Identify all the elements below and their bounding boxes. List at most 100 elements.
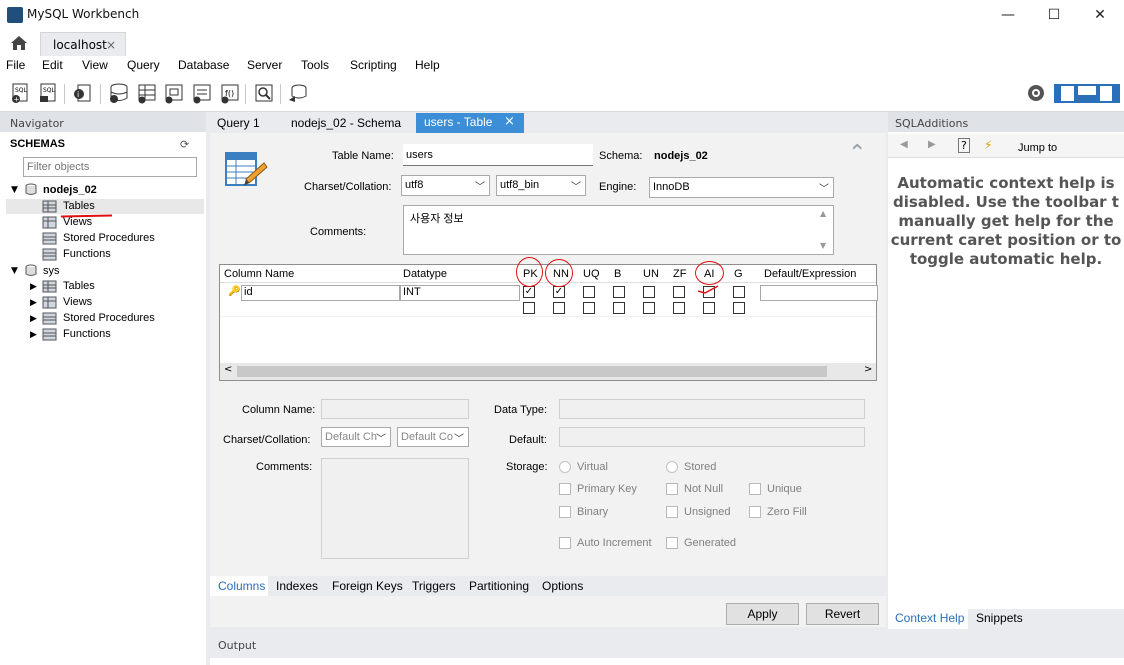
create-table-icon[interactable] bbox=[136, 82, 158, 104]
zf-checkbox[interactable] bbox=[673, 286, 685, 298]
tab-triggers[interactable]: Triggers bbox=[412, 579, 456, 593]
data-type-field[interactable] bbox=[559, 399, 865, 419]
schema-sys[interactable]: sys bbox=[43, 265, 60, 277]
tab-foreign-keys[interactable]: Foreign Keys bbox=[332, 579, 403, 593]
charset-select[interactable]: utf8 ﹀ bbox=[401, 175, 490, 196]
pk-checkbox-new[interactable] bbox=[523, 302, 535, 314]
virtual-radio[interactable] bbox=[559, 461, 571, 473]
panel-layout-toggle-icon[interactable] bbox=[1054, 82, 1120, 104]
table-comments-textarea[interactable]: 사용자 정보 bbox=[403, 205, 834, 255]
tree-item-views[interactable]: Views bbox=[63, 296, 92, 308]
connection-tab-localhost[interactable]: localhost × bbox=[40, 32, 126, 56]
menu-server[interactable]: Server bbox=[247, 58, 282, 72]
back-arrow-icon[interactable]: ◀ bbox=[900, 139, 908, 150]
tab-query-1[interactable]: Query 1 bbox=[210, 113, 267, 133]
context-help-toggle-icon[interactable]: ? bbox=[958, 138, 970, 153]
menu-edit[interactable]: Edit bbox=[42, 58, 63, 72]
maximize-button[interactable]: ☐ bbox=[1031, 2, 1077, 28]
tab-schema[interactable]: nodejs_02 - Schema bbox=[284, 113, 408, 133]
apply-button[interactable]: Apply bbox=[726, 603, 799, 625]
tree-item-stored-procedures[interactable]: Stored Procedures bbox=[63, 232, 155, 244]
col-header-b[interactable]: B bbox=[614, 268, 621, 280]
menu-file[interactable]: File bbox=[6, 58, 25, 72]
tab-options[interactable]: Options bbox=[542, 579, 583, 593]
un-checkbox[interactable] bbox=[643, 286, 655, 298]
engine-select[interactable]: InnoDB ﹀ bbox=[649, 177, 834, 198]
column-name-field[interactable] bbox=[321, 399, 469, 419]
menu-scripting[interactable]: Scripting bbox=[350, 58, 397, 72]
g-checkbox-new[interactable] bbox=[733, 302, 745, 314]
col-header-un[interactable]: UN bbox=[643, 268, 659, 280]
tree-item-tables[interactable]: Tables bbox=[63, 200, 95, 212]
tab-partitioning[interactable]: Partitioning bbox=[469, 579, 529, 593]
pk-checkbox[interactable]: ✓ bbox=[523, 286, 535, 298]
schema-nodejs-02[interactable]: nodejs_02 bbox=[43, 184, 97, 196]
col-header-uq[interactable]: UQ bbox=[583, 268, 600, 280]
unsigned-checkbox[interactable] bbox=[666, 506, 678, 518]
expand-sys-icon[interactable]: ▼ bbox=[11, 266, 18, 276]
new-sql-tab-icon[interactable]: SQL + bbox=[10, 82, 32, 104]
scroll-right-icon[interactable]: > bbox=[864, 364, 872, 375]
menu-help[interactable]: Help bbox=[415, 58, 440, 72]
not-null-checkbox[interactable] bbox=[666, 483, 678, 495]
close-tab-icon[interactable]: × bbox=[504, 114, 515, 129]
expand-arrow-icon[interactable]: ▶ bbox=[30, 330, 37, 340]
menu-tools[interactable]: Tools bbox=[301, 58, 329, 72]
collapse-chevron-icon[interactable]: ⌃ bbox=[848, 141, 866, 166]
ai-checkbox-new[interactable] bbox=[703, 302, 715, 314]
tree-item-stored-procedures[interactable]: Stored Procedures bbox=[63, 312, 155, 324]
column-name-cell[interactable]: id bbox=[241, 285, 400, 301]
column-charset-select[interactable]: Default Ch ﹀ bbox=[321, 427, 391, 447]
tree-item-tables[interactable]: Tables bbox=[63, 280, 95, 292]
open-sql-script-icon[interactable]: SQL bbox=[38, 82, 60, 104]
create-schema-icon[interactable] bbox=[108, 82, 130, 104]
uq-checkbox[interactable] bbox=[583, 286, 595, 298]
menu-database[interactable]: Database bbox=[178, 58, 229, 72]
b-checkbox-new[interactable] bbox=[613, 302, 625, 314]
column-comments-field[interactable] bbox=[321, 458, 469, 559]
generated-checkbox[interactable] bbox=[666, 537, 678, 549]
zero-fill-checkbox[interactable] bbox=[749, 506, 761, 518]
expand-arrow-icon[interactable]: ▶ bbox=[30, 298, 37, 308]
refresh-icon[interactable]: ⟳ bbox=[180, 138, 189, 151]
expand-arrow-icon[interactable]: ▶ bbox=[30, 282, 37, 292]
tab-snippets[interactable]: Snippets bbox=[976, 611, 1023, 625]
un-checkbox-new[interactable] bbox=[643, 302, 655, 314]
close-window-button[interactable]: ✕ bbox=[1077, 2, 1123, 28]
scroll-down-icon[interactable]: ▼ bbox=[820, 241, 826, 250]
scrollbar-thumb[interactable] bbox=[237, 366, 827, 377]
collation-select[interactable]: utf8_bin ﹀ bbox=[496, 175, 586, 196]
preferences-gear-icon[interactable] bbox=[1025, 82, 1047, 104]
expand-nodejs-icon[interactable]: ▼ bbox=[11, 185, 18, 195]
col-header-name[interactable]: Column Name bbox=[224, 268, 294, 280]
nn-checkbox-new[interactable] bbox=[553, 302, 565, 314]
tab-users-table[interactable]: users - Table × bbox=[416, 113, 524, 133]
tab-indexes[interactable]: Indexes bbox=[276, 579, 318, 593]
primary-key-checkbox[interactable] bbox=[559, 483, 571, 495]
create-view-icon[interactable] bbox=[163, 82, 185, 104]
col-header-datatype[interactable]: Datatype bbox=[403, 268, 447, 280]
menu-view[interactable]: View bbox=[82, 58, 108, 72]
close-tab-icon[interactable]: × bbox=[106, 38, 116, 52]
expand-arrow-icon[interactable]: ▶ bbox=[30, 314, 37, 324]
tree-item-functions[interactable]: Functions bbox=[63, 328, 111, 340]
uq-checkbox-new[interactable] bbox=[583, 302, 595, 314]
nn-checkbox[interactable]: ✓ bbox=[553, 286, 565, 298]
tab-context-help[interactable]: Context Help bbox=[895, 611, 964, 625]
table-name-input[interactable] bbox=[403, 144, 593, 166]
jump-to-label[interactable]: Jump to bbox=[1018, 142, 1057, 154]
default-field[interactable] bbox=[559, 427, 865, 447]
create-function-icon[interactable]: f() bbox=[219, 82, 241, 104]
scroll-left-icon[interactable]: < bbox=[224, 364, 232, 375]
binary-checkbox[interactable] bbox=[559, 506, 571, 518]
home-tab[interactable] bbox=[0, 30, 38, 56]
zf-checkbox-new[interactable] bbox=[673, 302, 685, 314]
search-table-data-icon[interactable] bbox=[253, 82, 275, 104]
menu-query[interactable]: Query bbox=[127, 58, 160, 72]
stored-radio[interactable] bbox=[666, 461, 678, 473]
auto-help-icon[interactable]: ⚡ bbox=[984, 138, 992, 152]
reconnect-icon[interactable] bbox=[287, 82, 309, 104]
create-procedure-icon[interactable] bbox=[191, 82, 213, 104]
tree-item-views[interactable]: Views bbox=[63, 216, 92, 228]
inspector-icon[interactable]: i bbox=[72, 82, 94, 104]
